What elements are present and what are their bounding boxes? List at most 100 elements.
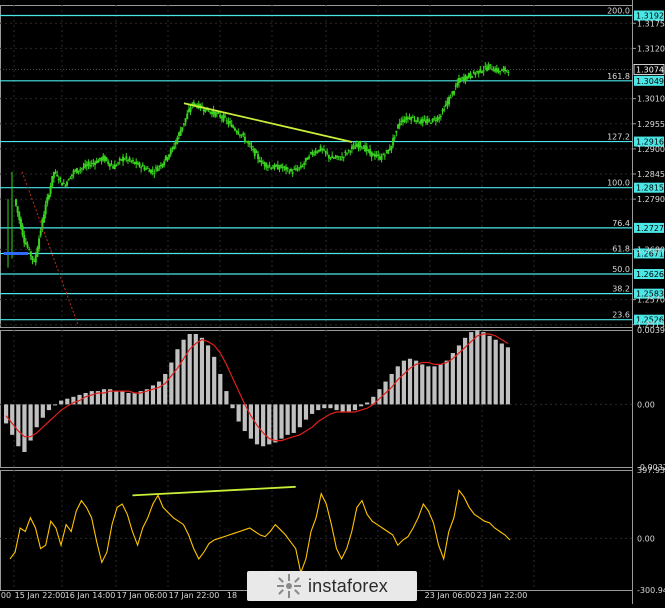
candle-body [24,242,27,245]
time-axis-label: 18 [227,591,237,600]
macd-histogram-bar [40,404,45,418]
candle-body [110,164,113,166]
candle-body [500,69,503,71]
candle-body [141,164,144,167]
price-axis-label: 1.3010 [637,95,665,104]
candle-body [229,121,232,124]
time-axis-label: 23 Jan 06:00 [425,591,476,600]
macd-histogram-bar [365,402,370,405]
candle-body [337,156,340,158]
macd-histogram-bar [120,391,125,405]
candle-body [327,154,330,159]
candle-body [481,71,484,73]
candle-body [439,116,442,118]
fibonacci-level-label: 61.8 [612,244,630,253]
candle-body [350,146,353,149]
candle-body [189,107,192,112]
candle-body [482,70,485,72]
candle-body [115,165,118,167]
candle-body [23,235,26,243]
fibonacci-level-label: 200.0 [607,7,630,16]
candle-body [255,150,258,154]
candle-body [26,244,29,248]
macd-histogram-bar [205,345,211,405]
cci-axis-label: 397.9371 [637,466,665,475]
candle-body [413,119,416,121]
candle-body [113,164,116,170]
macd-histogram-bar [334,404,339,411]
candle-body [289,168,292,172]
macd-histogram-bar [89,391,94,405]
macd-histogram-bar [444,360,449,405]
candle-body [156,168,159,172]
candle-body [308,156,311,159]
candle-body [250,146,253,148]
chart-window: 200.0 1.3192 161.8 1.3049 127.2 1.2916 100.0 1.… [0,0,665,604]
candle-body [329,158,332,160]
fibonacci-price-label: 1.2626 [636,270,664,279]
candle-body [248,143,251,145]
instaforex-logo-icon [276,574,301,598]
fibonacci-level-label: 100.0 [607,179,630,188]
candle-body [123,159,126,161]
macd-histogram-bar [450,353,455,405]
background [0,0,665,604]
macd-histogram-bar [505,347,511,405]
macd-histogram-bar [328,404,333,409]
candle-body [303,163,306,165]
time-axis-label: 00 [1,591,11,600]
candle-body [433,118,436,120]
candle-body [247,141,250,144]
candle-body [36,247,39,257]
candle-body [15,199,17,206]
macd-histogram-bar [322,404,327,409]
fibonacci-level-label: 23.6 [612,311,630,320]
fibonacci-price-label: 1.3049 [636,77,664,86]
candle-body [484,66,487,68]
candle-body [331,155,334,158]
candle-body [207,110,210,112]
macd-histogram-bar [420,364,425,405]
macd-histogram-bar [395,366,400,405]
macd-histogram-bar [114,391,119,405]
candle-body [360,146,363,148]
candle-body [169,149,172,155]
price-axis-label: 1.2680 [637,245,665,254]
candle-body [342,156,345,158]
macd-histogram-bar [212,356,217,405]
candle-body [380,156,383,160]
candle-body [176,137,179,144]
macd-histogram-bar [279,404,284,439]
fibonacci-price-label: 1.2727 [636,224,664,233]
macd-histogram-bar [499,343,504,405]
candle-body [438,117,441,119]
macd-histogram-bar [22,404,27,452]
candle-body [344,151,347,153]
candle-body [286,167,289,169]
chart-svg[interactable]: 200.01.3192161.81.3049127.21.2916100.01.… [0,0,665,604]
price-axis-label: 1.2570 [637,296,665,305]
macd-histogram-bar [407,358,413,405]
macd-histogram-bar [157,381,162,405]
candle-body [383,155,386,157]
candle-body [278,167,281,170]
candle-body [122,156,125,162]
macd-histogram-bar [4,404,9,424]
candle-body [487,65,490,70]
candle-body [224,116,227,118]
candle-body [56,174,59,177]
macd-histogram-bar [236,404,241,422]
candle-body [21,225,24,236]
candle-body [382,154,385,156]
candle-body [268,165,271,167]
candle-body [49,185,52,194]
time-axis-label: 23 Jan 22:00 [477,591,528,600]
candle-body [266,166,269,168]
candle-body [453,91,456,95]
macd-histogram-bar [291,404,296,433]
candle-body [291,172,294,174]
time-axis-label: 16 Jan 14:00 [65,591,116,600]
fibonacci-level-label: 161.8 [607,72,630,81]
macd-axis-label: 0.00391 [637,326,665,335]
candle-body [47,194,50,199]
